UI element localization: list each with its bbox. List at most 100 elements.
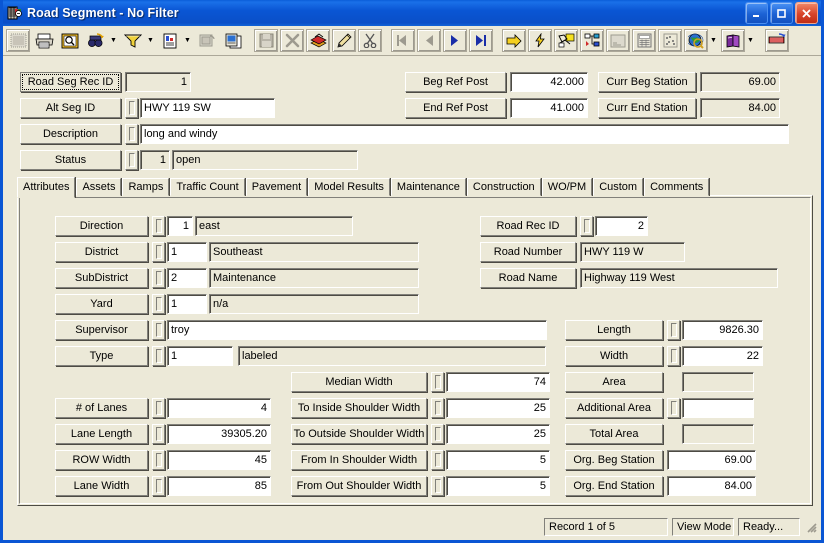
tab-pavement[interactable]: Pavement (245, 178, 308, 196)
type-label[interactable]: Type (55, 346, 148, 366)
alt-seg-id-label[interactable]: Alt Seg ID (20, 98, 121, 118)
supervisor-input[interactable]: troy (167, 320, 547, 340)
row-width-lookup-button[interactable] (152, 450, 165, 470)
lane-length-input[interactable]: 39305.20 (167, 424, 271, 444)
tab-wo-pm[interactable]: WO/PM (541, 178, 593, 196)
report-dropdown[interactable]: ▼ (182, 29, 193, 52)
first-record-icon[interactable] (391, 29, 415, 52)
from-in-shoulder-width-label[interactable]: From In Shoulder Width (291, 450, 427, 470)
median-width-label[interactable]: Median Width (291, 372, 427, 392)
lane-width-input[interactable]: 85 (167, 476, 271, 496)
subdistrict-lookup-button[interactable] (152, 268, 165, 288)
to-outside-shoulder-width-label[interactable]: To Outside Shoulder Width (291, 424, 427, 444)
supervisor-lookup-button[interactable] (152, 320, 165, 340)
lightning-icon[interactable] (528, 29, 552, 52)
find-icon[interactable] (84, 29, 108, 52)
report-icon[interactable] (158, 29, 182, 52)
help-dropdown[interactable]: ▼ (745, 29, 756, 52)
median-width-input[interactable]: 74 (446, 372, 550, 392)
to-inside-shoulder-width-input[interactable]: 25 (446, 398, 550, 418)
area-label[interactable]: Area (565, 372, 663, 392)
end-ref-post-label[interactable]: End Ref Post (405, 98, 506, 118)
pencil-icon[interactable] (332, 29, 356, 52)
description-lookup-button[interactable] (125, 124, 138, 144)
from-in-shoulder-width-lookup-button[interactable] (431, 450, 444, 470)
row-width-label[interactable]: ROW Width (55, 450, 148, 470)
yard-label[interactable]: Yard (55, 294, 148, 314)
filter-icon[interactable] (121, 29, 145, 52)
close-button[interactable] (795, 2, 818, 24)
additional-area-lookup-button[interactable] (667, 398, 680, 418)
org-end-station-label[interactable]: Org. End Station (565, 476, 663, 496)
minimize-button[interactable] (745, 2, 768, 24)
to-inside-shoulder-width-label[interactable]: To Inside Shoulder Width (291, 398, 427, 418)
org-end-station-input[interactable]: 84.00 (667, 476, 756, 496)
type-code[interactable]: 1 (167, 346, 233, 366)
next-record-icon[interactable] (443, 29, 467, 52)
tab-ramps[interactable]: Ramps (122, 178, 170, 196)
tab-assets[interactable]: Assets (76, 178, 122, 196)
print-preview-icon[interactable] (58, 29, 82, 52)
org-beg-station-input[interactable]: 69.00 (667, 450, 756, 470)
maximize-button[interactable] (770, 2, 793, 24)
curr-end-station-label[interactable]: Curr End Station (598, 98, 696, 118)
tab-traffic-count[interactable]: Traffic Count (170, 178, 245, 196)
district-code[interactable]: 1 (167, 242, 207, 262)
road-rec-id-input[interactable]: 2 (595, 216, 648, 236)
books-icon[interactable] (306, 29, 330, 52)
lane-length-lookup-button[interactable] (152, 424, 165, 444)
alt-seg-id-lookup-button[interactable] (125, 98, 138, 118)
status-lookup-button[interactable] (125, 150, 138, 170)
lane-width-label[interactable]: Lane Width (55, 476, 148, 496)
width-input[interactable]: 22 (682, 346, 763, 366)
subdistrict-code[interactable]: 2 (167, 268, 207, 288)
cut-icon[interactable] (358, 29, 382, 52)
delete-icon[interactable] (280, 29, 304, 52)
yard-code[interactable]: 1 (167, 294, 207, 314)
road-name-label[interactable]: Road Name (480, 268, 576, 288)
district-label[interactable]: District (55, 242, 148, 262)
road-rec-id-label[interactable]: Road Rec ID (480, 216, 576, 236)
number-of-lanes-label[interactable]: # of Lanes (55, 398, 148, 418)
road-rec-id-lookup-button[interactable] (580, 216, 593, 236)
copy-icon[interactable] (221, 29, 245, 52)
total-area-label[interactable]: Total Area (565, 424, 663, 444)
lane-width-lookup-button[interactable] (152, 476, 165, 496)
lane-length-label[interactable]: Lane Length (55, 424, 148, 444)
status-label[interactable]: Status (20, 150, 121, 170)
direction-code[interactable]: 1 (167, 216, 193, 236)
tab-attributes[interactable]: Attributes (17, 177, 76, 198)
width-label[interactable]: Width (565, 346, 663, 366)
row-width-input[interactable]: 45 (167, 450, 271, 470)
additional-area-label[interactable]: Additional Area (565, 398, 663, 418)
from-out-shoulder-width-lookup-button[interactable] (431, 476, 444, 496)
org-beg-station-label[interactable]: Org. Beg Station (565, 450, 663, 470)
main-toolbar[interactable]: ▼ ▼ ▼ ▼ ▼ (3, 26, 821, 56)
direction-lookup-button[interactable] (152, 216, 165, 236)
road-seg-rec-id-label[interactable]: Road Seg Rec ID (20, 72, 121, 92)
save-icon[interactable] (254, 29, 278, 52)
curr-beg-station-label[interactable]: Curr Beg Station (598, 72, 696, 92)
note-icon[interactable] (606, 29, 630, 52)
layers-icon[interactable] (765, 29, 789, 52)
last-record-icon[interactable] (469, 29, 493, 52)
subdistrict-label[interactable]: SubDistrict (55, 268, 148, 288)
resize-grip[interactable] (804, 520, 818, 534)
median-width-lookup-button[interactable] (431, 372, 444, 392)
title-bar[interactable]: Road Segment - No Filter (3, 0, 821, 26)
tab-custom[interactable]: Custom (593, 178, 644, 196)
end-ref-post-input[interactable]: 41.000 (510, 98, 588, 118)
beg-ref-post-input[interactable]: 42.000 (510, 72, 588, 92)
tab-comments[interactable]: Comments (644, 178, 710, 196)
export-icon[interactable] (195, 29, 219, 52)
from-out-shoulder-width-input[interactable]: 5 (446, 476, 550, 496)
supervisor-label[interactable]: Supervisor (55, 320, 148, 340)
help-book-icon[interactable] (721, 29, 745, 52)
print-icon[interactable] (32, 29, 56, 52)
width-lookup-button[interactable] (667, 346, 680, 366)
to-inside-shoulder-width-lookup-button[interactable] (431, 398, 444, 418)
network-diagram-icon[interactable] (554, 29, 578, 52)
description-input[interactable]: long and windy (140, 124, 789, 144)
goto-arrow-icon[interactable] (502, 29, 526, 52)
to-outside-shoulder-width-input[interactable]: 25 (446, 424, 550, 444)
